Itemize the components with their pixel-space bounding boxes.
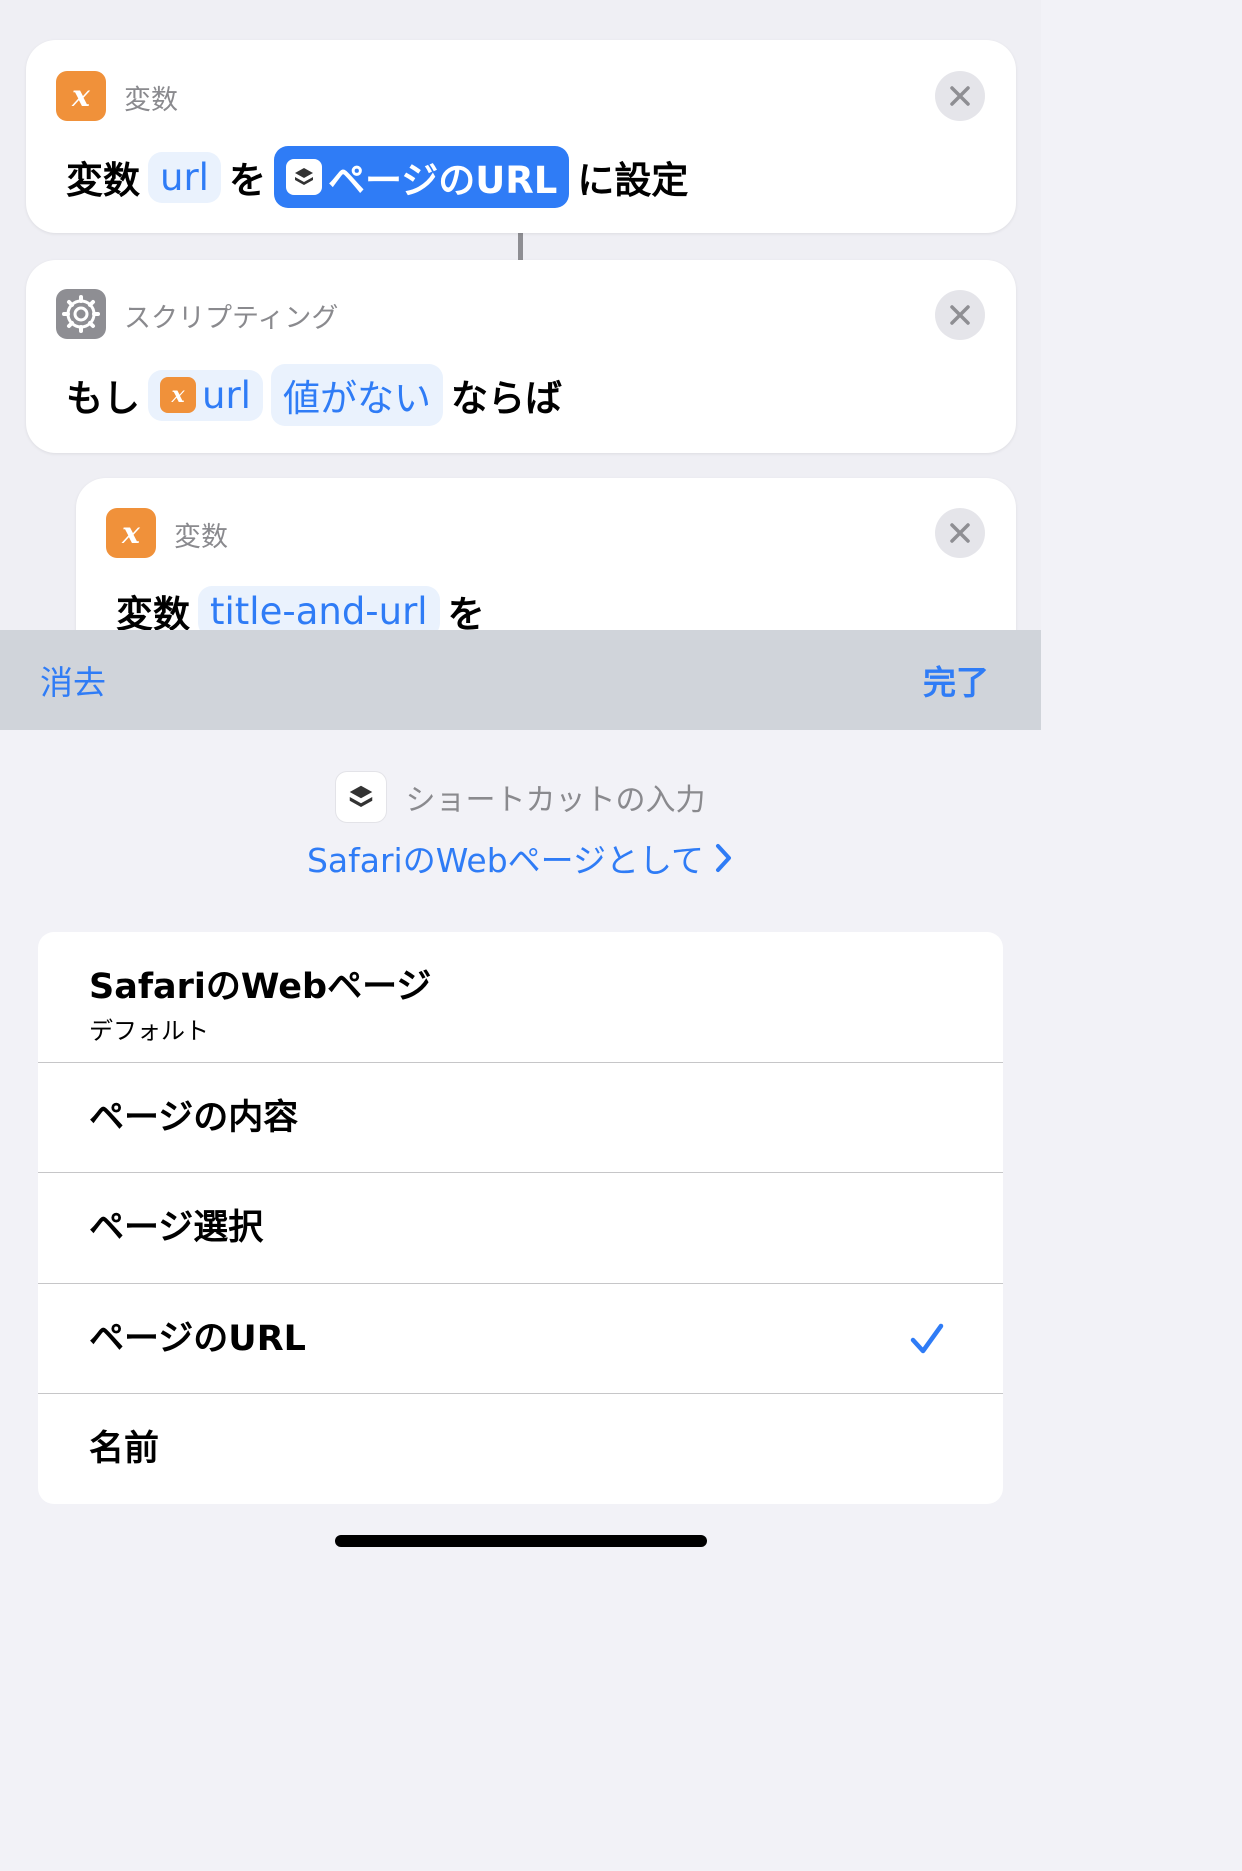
set-variable-action-card[interactable]: x 変数 変数 title-and-url を bbox=[76, 478, 1016, 630]
variable-property-sheet: ショートカットの入力 SafariのWebページとして SafariのWebペー… bbox=[0, 730, 1041, 1568]
variable-token[interactable]: x url bbox=[148, 369, 263, 421]
option-page-selection[interactable]: ページ選択 bbox=[38, 1172, 1003, 1283]
if-action-card[interactable]: スクリプティング もし x url 値がない ならば bbox=[26, 260, 1016, 453]
option-label: SafariのWebページ bbox=[89, 967, 432, 1007]
magic-variable-label: ページのURL bbox=[327, 159, 558, 202]
shortcut-editor: x 変数 変数 url を ページのURL に設定 スクリプティング もし x … bbox=[0, 0, 1041, 630]
action-category-label: スクリプティング bbox=[124, 303, 339, 334]
option-label: ページの内容 bbox=[89, 1098, 299, 1138]
action-suffix: ならば bbox=[450, 377, 562, 420]
action-summary: 変数 url を ページのURL に設定 bbox=[66, 146, 688, 208]
variable-x-icon: x bbox=[160, 377, 196, 413]
option-label: ページ選択 bbox=[89, 1208, 264, 1248]
action-middle: を bbox=[228, 159, 266, 202]
input-type-label: SafariのWebページとして bbox=[306, 841, 705, 880]
keyboard-toolbar: 消去 完了 bbox=[0, 630, 1041, 730]
close-icon bbox=[950, 86, 970, 106]
magic-variable-token[interactable]: ページのURL bbox=[273, 146, 570, 208]
action-category-label: 変数 bbox=[124, 85, 178, 116]
property-list: SafariのWebページ デフォルト ページの内容 ページ選択 ページのURL… bbox=[38, 932, 1003, 1504]
remove-action-button[interactable] bbox=[935, 71, 985, 121]
variable-token-label: url bbox=[202, 373, 251, 417]
remove-action-button[interactable] bbox=[935, 290, 985, 340]
shortcuts-stack-icon bbox=[335, 772, 386, 822]
chevron-right-icon bbox=[716, 844, 732, 872]
set-variable-action-card[interactable]: x 変数 変数 url を ページのURL に設定 bbox=[26, 40, 1016, 233]
action-suffix: に設定 bbox=[577, 159, 689, 202]
variable-x-icon: x bbox=[106, 508, 156, 558]
input-type-link[interactable]: SafariのWebページとして bbox=[0, 834, 1041, 882]
action-summary: もし x url 値がない ならば bbox=[66, 364, 562, 426]
input-title: ショートカットの入力 bbox=[405, 783, 706, 818]
variable-name-token[interactable]: url bbox=[148, 151, 221, 203]
checkmark-icon bbox=[910, 1323, 944, 1354]
action-connector bbox=[518, 233, 523, 260]
remove-action-button[interactable] bbox=[935, 508, 985, 558]
condition-token[interactable]: 値がない bbox=[270, 364, 443, 426]
option-subtitle: デフォルト bbox=[89, 1017, 209, 1045]
option-label: ページのURL bbox=[89, 1319, 306, 1359]
done-button[interactable]: 完了 bbox=[883, 656, 1041, 704]
variable-x-icon: x bbox=[56, 71, 106, 121]
variable-name-token[interactable]: title-and-url bbox=[198, 585, 440, 630]
action-middle: を bbox=[447, 593, 485, 630]
action-prefix: 変数 bbox=[66, 159, 140, 202]
action-prefix: 変数 bbox=[116, 593, 190, 630]
shortcut-input-icon bbox=[285, 159, 322, 195]
action-prefix: もし bbox=[66, 377, 140, 420]
gear-icon bbox=[56, 289, 106, 339]
close-icon bbox=[950, 305, 970, 325]
close-icon bbox=[950, 523, 970, 543]
shortcut-input-header: ショートカットの入力 bbox=[0, 772, 1041, 822]
option-page-contents[interactable]: ページの内容 bbox=[38, 1062, 1003, 1172]
option-label: 名前 bbox=[89, 1429, 160, 1469]
option-name[interactable]: 名前 bbox=[38, 1393, 1003, 1504]
clear-button[interactable]: 消去 bbox=[0, 656, 146, 704]
home-indicator bbox=[335, 1535, 707, 1547]
option-page-url[interactable]: ページのURL bbox=[38, 1283, 1003, 1393]
option-safari-webpage[interactable]: SafariのWebページ デフォルト bbox=[38, 932, 1003, 1062]
action-summary: 変数 title-and-url を bbox=[116, 584, 485, 630]
action-category-label: 変数 bbox=[174, 522, 228, 553]
